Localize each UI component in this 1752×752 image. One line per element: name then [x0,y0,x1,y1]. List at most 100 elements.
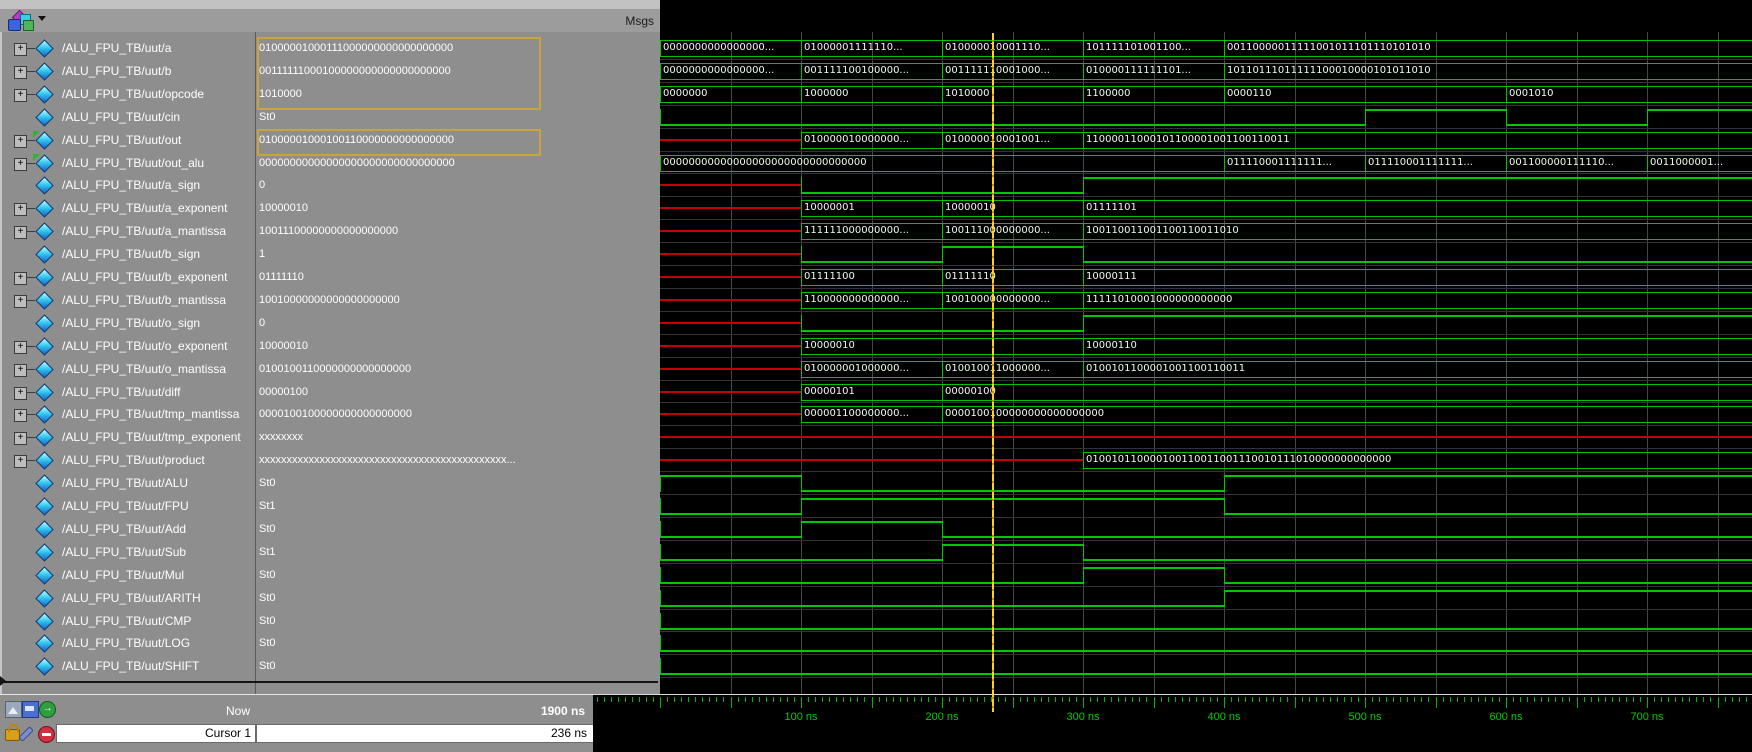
wave-row [660,656,1752,677]
bus-segment-text: 10000110 [1086,340,1137,351]
ruler-tick [1252,697,1253,702]
signal-row[interactable]: /ALU_FPU_TB/uut/Add [2,519,257,540]
signal-row[interactable]: /ALU_FPU_TB/uut/cin [2,107,257,128]
window-top-strip [0,0,660,10]
bus-value-segment: 00000000000000000000000000000000 [660,155,1224,172]
signal-row[interactable]: /ALU_FPU_TB/uut/b_sign [2,244,257,265]
snapshot-icon[interactable] [5,701,22,718]
expander-icon[interactable]: + [14,203,27,216]
grid-line-horizontal [660,265,1752,266]
signal-row[interactable]: /ALU_FPU_TB/uut/FPU [2,496,257,517]
edit-cursor-icon[interactable] [18,726,34,742]
signal-row[interactable]: +/ALU_FPU_TB/uut/a_exponent [2,198,257,219]
ruler-tick [1379,697,1380,702]
signal-value-row: St0 [256,656,661,677]
expander-icon[interactable]: + [14,135,27,148]
signal-value-row: 10000010 [256,336,661,357]
signal-value: 1010000 [259,84,302,105]
expander-icon[interactable]: + [14,364,27,377]
bus-value-segment: 10110111011111100010000101011010 [1224,63,1752,80]
signal-row[interactable]: +/ALU_FPU_TB/uut/out [2,130,257,151]
signal-row[interactable]: +/ALU_FPU_TB/uut/tmp_exponent [2,427,257,448]
signal-row[interactable]: +/ALU_FPU_TB/uut/b [2,61,257,82]
ruler-tick [723,697,724,702]
output-port-arrow-icon [33,154,40,161]
expander-icon[interactable]: + [14,43,27,56]
wave-group-icon-blue [8,19,21,31]
signal-row[interactable]: /ALU_FPU_TB/uut/SHIFT [2,656,257,677]
expander-icon[interactable]: + [14,272,27,285]
expander-icon[interactable]: + [14,341,27,354]
signal-row[interactable]: +/ALU_FPU_TB/uut/a_mantissa [2,221,257,242]
signal-row[interactable]: +/ALU_FPU_TB/uut/o_mantissa [2,359,257,380]
signal-row[interactable]: /ALU_FPU_TB/uut/a_sign [2,175,257,196]
expander-icon[interactable]: + [14,409,27,422]
signal-row[interactable]: /ALU_FPU_TB/uut/LOG [2,633,257,654]
ruler-tick [1591,697,1592,702]
signal-row[interactable]: /ALU_FPU_TB/uut/ALU [2,473,257,494]
signal-row[interactable]: +/ALU_FPU_TB/uut/out_alu [2,153,257,174]
expander-icon[interactable]: + [14,387,27,400]
expander-icon[interactable]: + [14,295,27,308]
expander-icon[interactable]: + [14,432,27,445]
ruler-tick [1577,697,1578,708]
signal-value: St0 [259,473,276,494]
waveform-panel[interactable]: 0000000000000000...01000001111110...0100… [660,32,1752,694]
bit-level-segment [801,498,1224,500]
add-cursor-icon[interactable]: → [39,701,56,718]
expander-icon[interactable]: + [14,89,27,102]
bit-level-segment [660,582,1083,584]
bit-edge [942,544,943,561]
signal-row[interactable]: +/ALU_FPU_TB/uut/diff [2,382,257,403]
bit-edge [801,521,802,538]
bit-edge [1083,544,1084,561]
bit-level-segment [1365,109,1506,111]
signal-row[interactable]: +/ALU_FPU_TB/uut/product [2,450,257,471]
signal-diamond-icon [35,657,53,675]
bit-level-segment [660,650,1752,652]
bus-value-segment: 01111100 [801,269,942,286]
expander-icon[interactable]: + [14,66,27,79]
time-cursor-line[interactable] [992,33,994,712]
signal-row[interactable]: +/ALU_FPU_TB/uut/tmp_mantissa [2,404,257,425]
expander-icon[interactable]: + [14,226,27,239]
signal-row[interactable]: +/ALU_FPU_TB/uut/opcode [2,84,257,105]
signal-row[interactable]: /ALU_FPU_TB/uut/ARITH [2,588,257,609]
bus-segment-text: 11000011000101100001001100110011 [1086,134,1290,145]
signal-name: /ALU_FPU_TB/uut/CMP [62,611,191,632]
cursor-name-field[interactable]: Cursor 1 [56,724,256,743]
ruler-tick [1196,697,1197,702]
signal-row[interactable]: +/ALU_FPU_TB/uut/b_exponent [2,267,257,288]
signal-row[interactable]: /ALU_FPU_TB/uut/o_sign [2,313,257,334]
chevron-down-icon[interactable] [38,16,46,21]
signal-row[interactable]: /ALU_FPU_TB/uut/Sub [2,542,257,563]
signal-value-row: St1 [256,496,661,517]
ruler-tick [893,697,894,702]
signal-name: /ALU_FPU_TB/uut/Add [62,519,186,540]
delete-cursor-icon[interactable] [38,726,55,743]
expander-icon[interactable]: + [14,158,27,171]
bus-value-segment: 001111100100000... [801,63,942,80]
bus-segment-text: 0000000000000000... [663,42,774,53]
signal-row[interactable]: /ALU_FPU_TB/uut/Mul [2,565,257,586]
signal-diamond-icon [35,108,53,126]
signal-value-row: 0 [256,175,661,196]
signal-names-panel[interactable]: +/ALU_FPU_TB/uut/a+/ALU_FPU_TB/uut/b+/AL… [0,32,257,694]
wave-group-icon[interactable] [8,12,34,30]
timeline-ruler[interactable]: 236 ns 100 ns200 ns300 ns400 ns500 ns600… [593,694,1752,752]
bit-level-segment [660,673,1752,675]
grid-line-horizontal [660,517,1752,518]
ruler-tick [716,697,717,702]
lock-cursor-icon[interactable] [5,729,20,741]
signal-row[interactable]: +/ALU_FPU_TB/uut/o_exponent [2,336,257,357]
bus-value-segment: 0011000001... [1647,155,1752,172]
bus-value-segment: 011110001111111... [1365,155,1506,172]
signal-row[interactable]: +/ALU_FPU_TB/uut/a [2,38,257,59]
ruler-tick [970,697,971,702]
ruler-tick [1661,697,1662,702]
expander-icon[interactable]: + [14,455,27,468]
display-icon[interactable] [22,701,39,718]
signal-row[interactable]: /ALU_FPU_TB/uut/CMP [2,611,257,632]
signal-row[interactable]: +/ALU_FPU_TB/uut/b_mantissa [2,290,257,311]
signal-value: 01111110 [259,267,304,288]
